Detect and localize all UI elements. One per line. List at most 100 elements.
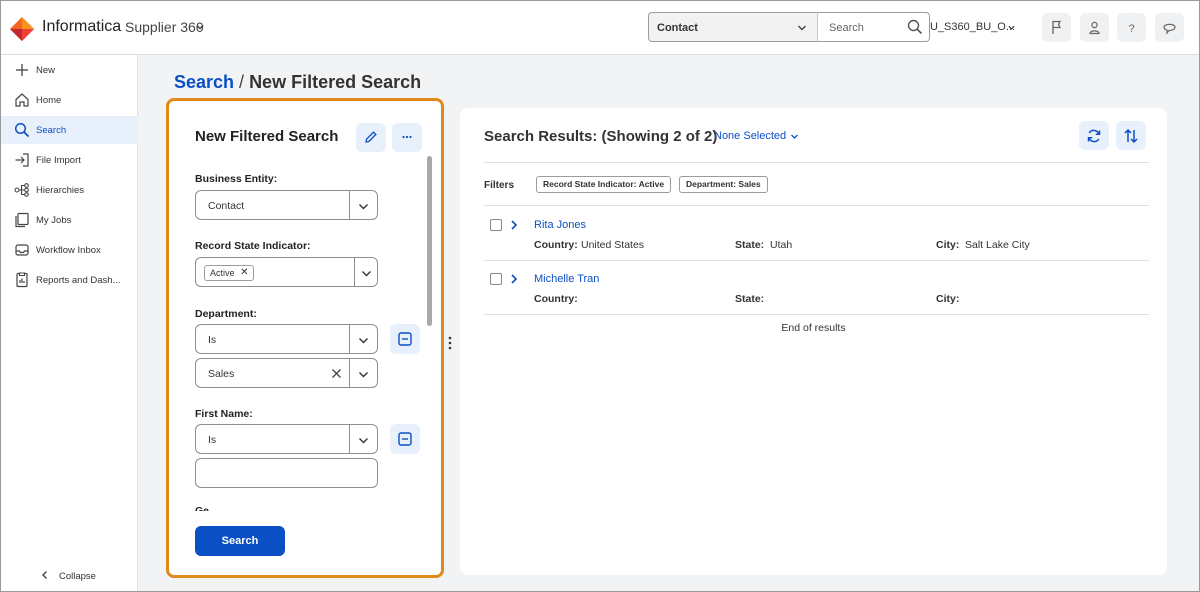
sidebar-item-search[interactable]: Search: [0, 116, 138, 144]
chevron-down-icon[interactable]: [790, 132, 799, 141]
plus-icon: [16, 64, 28, 76]
record-state-chip: Active ✕: [204, 265, 254, 281]
help-icon: ?: [1129, 23, 1135, 35]
state-label: State:: [735, 293, 765, 305]
chevron-down-icon: [359, 338, 368, 344]
filter-panel: New Filtered Search Business Entity: Con…: [166, 98, 444, 578]
sidebar-item-new[interactable]: New: [0, 56, 138, 84]
sidebar-item-label: File Import: [36, 155, 81, 166]
breadcrumb-separator: /: [239, 72, 245, 92]
result-row: Michelle Tran Country: State: City:: [484, 266, 1149, 316]
sidebar: New Home Search File Import Hierarchies …: [0, 55, 138, 592]
home-icon: [15, 93, 29, 107]
user-profile-button[interactable]: [1080, 13, 1109, 42]
first-name-input[interactable]: [195, 458, 378, 488]
sidebar-item-workflow-inbox[interactable]: Workflow Inbox: [0, 236, 138, 264]
department-value-select[interactable]: Sales: [195, 358, 378, 388]
edit-search-button[interactable]: [356, 123, 386, 152]
chevron-down-icon: [359, 438, 368, 444]
global-search-input[interactable]: Search: [817, 12, 930, 42]
record-name-link[interactable]: Rita Jones: [534, 219, 586, 231]
import-icon: [15, 153, 29, 167]
chevron-down-icon: [359, 204, 368, 210]
state-value: Utah: [770, 239, 793, 251]
select-divider: [349, 191, 350, 219]
sidebar-item-label: Search: [36, 125, 67, 136]
collapse-label: Collapse: [59, 571, 96, 582]
chat-icon: [1163, 23, 1176, 35]
panel-resize-handle[interactable]: [448, 336, 452, 350]
page-title: New Filtered Search: [249, 72, 422, 92]
pencil-icon: [365, 131, 377, 143]
svg-text:?: ?: [1129, 23, 1135, 35]
active-filter-chip[interactable]: Record State Indicator: Active: [536, 176, 672, 193]
city-value: Salt Lake City: [965, 239, 1030, 251]
chevron-right-icon[interactable]: [509, 273, 519, 285]
informatica-logo: [10, 17, 34, 41]
hierarchy-icon: [14, 183, 29, 197]
row-checkbox[interactable]: [490, 273, 502, 285]
filter-panel-scrollbar[interactable]: [427, 156, 432, 326]
result-row: Rita Jones Country: United States State:…: [484, 212, 1149, 262]
chevron-left-icon: [42, 571, 47, 579]
remove-department-filter-button[interactable]: [390, 324, 420, 354]
record-state-label: Record State Indicator:: [195, 240, 311, 252]
search-results-panel: Search Results: (Showing 2 of 2) None Se…: [460, 108, 1167, 575]
remove-first-name-filter-button[interactable]: [390, 424, 420, 454]
entity-type-value: Contact: [657, 22, 698, 34]
entity-type-select[interactable]: Contact: [648, 12, 818, 42]
clear-icon[interactable]: [331, 368, 342, 379]
sort-button[interactable]: [1116, 121, 1146, 150]
help-button[interactable]: ?: [1117, 13, 1146, 42]
remove-chip-icon[interactable]: ✕: [240, 266, 248, 280]
country-label: Country:: [534, 293, 578, 305]
sidebar-item-label: Home: [36, 95, 62, 106]
filter-panel-title: New Filtered Search: [195, 128, 339, 145]
more-horizontal-icon: [402, 135, 412, 139]
selection-dropdown[interactable]: None Selected: [714, 130, 786, 142]
search-icon: [14, 122, 30, 138]
filters-label: Filters: [484, 180, 515, 191]
search-button[interactable]: Search: [195, 526, 285, 556]
row-checkbox[interactable]: [490, 219, 502, 231]
business-entity-select[interactable]: Contact: [195, 190, 378, 220]
business-entity-value: Contact: [208, 200, 245, 212]
active-filter-chip[interactable]: Department: Sales: [679, 176, 768, 193]
department-label: Department:: [195, 308, 257, 320]
city-label: City:: [936, 239, 960, 251]
chevron-down-icon[interactable]: [195, 22, 205, 32]
department-operator-value: Is: [208, 334, 217, 346]
sidebar-item-hierarchies[interactable]: Hierarchies: [0, 176, 138, 204]
app-switcher[interactable]: Supplier 360: [125, 19, 204, 35]
chevron-down-icon[interactable]: [1007, 23, 1016, 32]
flag-button[interactable]: [1042, 13, 1071, 42]
sidebar-item-label: Reports and Dash...: [36, 275, 121, 286]
city-label: City:: [936, 293, 960, 305]
business-entity-label: Business Entity:: [195, 173, 278, 185]
sidebar-item-file-import[interactable]: File Import: [0, 146, 138, 174]
sidebar-item-reports[interactable]: Reports and Dash...: [0, 266, 138, 294]
department-operator-select[interactable]: Is: [195, 324, 378, 354]
divider: [484, 314, 1149, 315]
sidebar-item-home[interactable]: Home: [0, 86, 138, 114]
country-value: United States: [581, 239, 645, 251]
search-icon[interactable]: [907, 19, 923, 35]
chevron-down-icon: [359, 372, 368, 378]
sidebar-item-label: Workflow Inbox: [36, 245, 101, 256]
country-label: Country:: [534, 239, 578, 251]
refresh-button[interactable]: [1079, 121, 1109, 150]
breadcrumb-search-link[interactable]: Search: [174, 72, 234, 92]
sort-icon: [1124, 128, 1138, 144]
sidebar-item-my-jobs[interactable]: My Jobs: [0, 206, 138, 234]
record-name-link[interactable]: Michelle Tran: [534, 273, 599, 285]
feedback-button[interactable]: [1155, 13, 1184, 42]
chevron-right-icon[interactable]: [509, 219, 519, 231]
record-state-select[interactable]: Active ✕: [195, 257, 378, 287]
end-of-results-text: End of results: [781, 322, 846, 334]
collapse-sidebar-button[interactable]: Collapse: [40, 568, 130, 584]
divider: [484, 205, 1149, 206]
more-options-button[interactable]: [392, 123, 422, 152]
first-name-operator-select[interactable]: Is: [195, 424, 378, 454]
reports-icon: [16, 272, 28, 288]
org-selector[interactable]: U_S360_BU_O...: [930, 21, 1015, 33]
